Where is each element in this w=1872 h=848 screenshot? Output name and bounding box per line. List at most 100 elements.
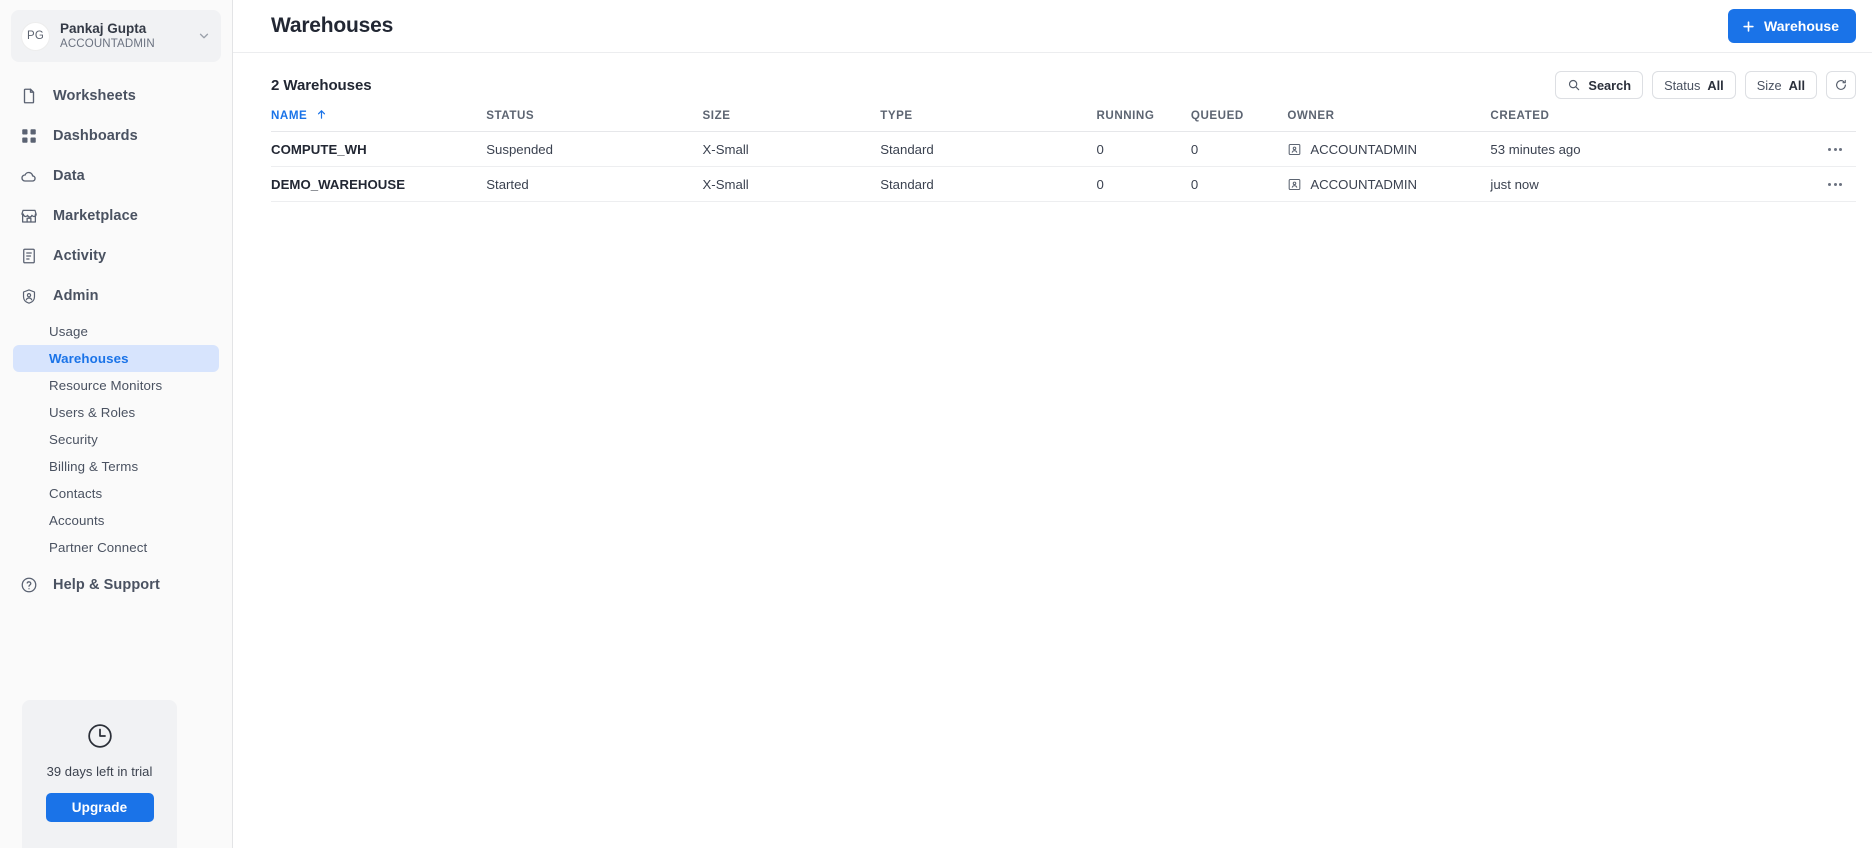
chevron-down-icon <box>199 33 209 39</box>
column-header-label: TYPE <box>880 109 913 122</box>
sidebar-item-label: Data <box>53 168 85 184</box>
column-header-created[interactable]: CREATED <box>1490 109 1775 132</box>
page-title: Warehouses <box>271 14 394 37</box>
sidebar: PG Pankaj Gupta ACCOUNTADMIN Worksheets <box>0 0 233 848</box>
kebab-menu-icon[interactable] <box>1822 139 1848 159</box>
sidebar-item-security[interactable]: Security <box>13 426 219 453</box>
sidebar-item-accounts[interactable]: Accounts <box>13 507 219 534</box>
refresh-icon <box>1836 79 1846 90</box>
sidebar-subitem-label: Partner Connect <box>49 540 148 555</box>
column-header-status[interactable]: STATUS <box>486 109 703 132</box>
grid-icon <box>20 127 38 145</box>
avatar: PG <box>21 21 50 51</box>
column-header-running[interactable]: RUNNING <box>1096 109 1191 132</box>
account-role: ACCOUNTADMIN <box>60 37 155 50</box>
status-filter-button[interactable]: Status All <box>1652 71 1736 99</box>
sidebar-item-help-support[interactable]: Help & Support <box>0 565 232 605</box>
column-header-label: RUNNING <box>1096 109 1155 122</box>
sidebar-item-warehouses[interactable]: Warehouses <box>13 345 219 372</box>
sidebar-subitem-label: Warehouses <box>49 351 129 366</box>
sidebar-item-users-roles[interactable]: Users & Roles <box>13 399 219 426</box>
storefront-icon <box>20 207 38 225</box>
search-label: Search <box>1588 77 1632 93</box>
admin-subnav: Usage Warehouses Resource Monitors Users… <box>0 318 232 561</box>
plus-icon <box>1743 20 1754 32</box>
sidebar-item-resource-monitors[interactable]: Resource Monitors <box>13 372 219 399</box>
size-filter-button[interactable]: Size All <box>1744 71 1817 99</box>
cell-running: 0 <box>1096 166 1191 202</box>
sidebar-subitem-label: Resource Monitors <box>49 378 163 393</box>
document-icon <box>20 87 38 105</box>
sidebar-subitem-label: Accounts <box>49 513 105 528</box>
column-header-name[interactable]: NAME <box>271 109 487 132</box>
refresh-button[interactable] <box>1826 71 1856 99</box>
sort-ascending-icon <box>318 110 326 119</box>
table-toolbar: 2 Warehouses Search Status All Size All <box>233 64 1872 106</box>
upgrade-button[interactable]: Upgrade <box>45 793 154 822</box>
primary-nav: Worksheets Dashboards Data Marketplace A… <box>0 76 232 605</box>
table-row[interactable]: DEMO_WAREHOUSE Started X-Small Standard … <box>271 166 1856 202</box>
sidebar-item-billing-terms[interactable]: Billing & Terms <box>13 453 219 480</box>
column-header-size[interactable]: SIZE <box>702 109 881 132</box>
warehouse-count: 2 Warehouses <box>271 76 372 94</box>
account-name: Pankaj Gupta <box>60 20 147 36</box>
cell-size: X-Small <box>702 166 881 202</box>
avatar-initials: PG <box>26 30 44 42</box>
add-warehouse-button[interactable]: Warehouse <box>1728 9 1856 43</box>
sidebar-subitem-label: Users & Roles <box>49 405 136 420</box>
column-header-label: NAME <box>271 109 308 122</box>
add-warehouse-label: Warehouse <box>1764 18 1839 34</box>
sidebar-item-label: Dashboards <box>53 128 138 144</box>
search-button[interactable]: Search <box>1555 71 1644 99</box>
sidebar-subitem-label: Usage <box>49 324 88 339</box>
column-header-label: SIZE <box>702 109 731 122</box>
cell-owner: ACCOUNTADMIN <box>1287 166 1491 202</box>
sidebar-item-contacts[interactable]: Contacts <box>13 480 219 507</box>
sidebar-subitem-label: Billing & Terms <box>49 459 139 474</box>
main-content: Warehouses Warehouse 2 Warehouses Search <box>233 0 1872 848</box>
sidebar-item-activity[interactable]: Activity <box>0 236 232 276</box>
cell-actions <box>1774 166 1856 202</box>
cell-name: COMPUTE_WH <box>271 131 487 167</box>
table-body: COMPUTE_WH Suspended X-Small Standard 0 … <box>271 131 1856 202</box>
table-header-row: NAME STATUS SIZE TYPE RUNNING QUEUED OWN… <box>271 109 1856 132</box>
page-header: Warehouses Warehouse <box>233 0 1872 53</box>
sidebar-item-worksheets[interactable]: Worksheets <box>0 76 232 116</box>
sidebar-item-usage[interactable]: Usage <box>13 318 219 345</box>
column-header-label: OWNER <box>1287 109 1335 122</box>
account-switcher[interactable]: PG Pankaj Gupta ACCOUNTADMIN <box>11 10 221 62</box>
cell-queued: 0 <box>1190 166 1288 202</box>
app-root: PG Pankaj Gupta ACCOUNTADMIN Worksheets <box>0 0 1872 848</box>
sidebar-subitem-label: Contacts <box>49 486 103 501</box>
cell-actions <box>1774 131 1856 167</box>
owner-wrapper: ACCOUNTADMIN <box>1287 177 1490 192</box>
size-filter-label: Size <box>1756 77 1782 93</box>
column-header-owner[interactable]: OWNER <box>1287 109 1491 132</box>
shield-user-icon <box>20 287 38 305</box>
owner-wrapper: ACCOUNTADMIN <box>1287 142 1490 157</box>
warehouses-table: NAME STATUS SIZE TYPE RUNNING QUEUED OWN… <box>271 109 1856 202</box>
list-document-icon <box>20 247 38 265</box>
cell-status: Started <box>486 166 703 202</box>
column-header-type[interactable]: TYPE <box>880 109 1097 132</box>
sidebar-item-label: Admin <box>53 288 99 304</box>
trial-card: 39 days left in trial Upgrade <box>22 700 177 848</box>
sidebar-item-admin[interactable]: Admin <box>0 276 232 316</box>
sidebar-item-marketplace[interactable]: Marketplace <box>0 196 232 236</box>
column-header-actions <box>1774 109 1856 132</box>
sidebar-item-partner-connect[interactable]: Partner Connect <box>13 534 219 561</box>
kebab-menu-icon[interactable] <box>1822 174 1848 194</box>
clock-icon <box>86 722 114 750</box>
id-badge-icon <box>1289 178 1301 190</box>
cell-type: Standard <box>880 131 1097 167</box>
column-header-queued[interactable]: QUEUED <box>1190 109 1288 132</box>
column-header-label: QUEUED <box>1190 109 1244 122</box>
trial-status-text: 39 days left in trial <box>46 764 153 779</box>
sidebar-item-data[interactable]: Data <box>0 156 232 196</box>
account-text: Pankaj Gupta ACCOUNTADMIN <box>60 21 197 52</box>
cloud-icon <box>20 167 38 185</box>
cell-type: Standard <box>880 166 1097 202</box>
table-row[interactable]: COMPUTE_WH Suspended X-Small Standard 0 … <box>271 131 1856 167</box>
sidebar-item-dashboards[interactable]: Dashboards <box>0 116 232 156</box>
sidebar-item-label: Activity <box>53 248 107 264</box>
